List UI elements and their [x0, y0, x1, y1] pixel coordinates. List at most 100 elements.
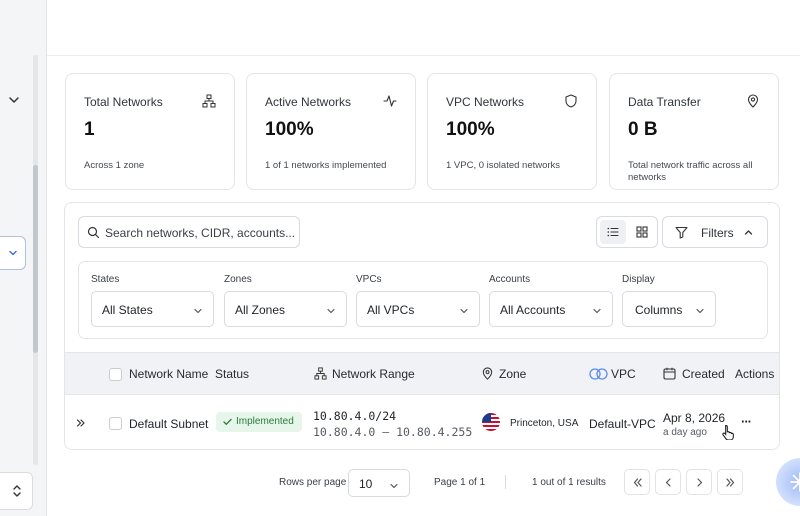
- table-row[interactable]: Default Subnet 10.80.4.0/24 10.80.4.0 – …: [65, 395, 779, 449]
- grid-icon: [636, 226, 648, 238]
- calendar-icon: [663, 367, 676, 380]
- list-view-button[interactable]: [600, 220, 626, 244]
- network-icon: [314, 367, 327, 380]
- zones-select[interactable]: All Zones: [224, 291, 347, 327]
- sidebar-account-switcher[interactable]: [0, 472, 33, 510]
- filter-label: Display: [622, 274, 655, 285]
- search-placeholder: Search networks, CIDR, accounts...: [105, 226, 296, 240]
- us-flag-icon: [482, 413, 500, 431]
- previous-page-button[interactable]: [655, 469, 681, 495]
- last-page-button[interactable]: [717, 469, 743, 495]
- stat-card-active-networks: Active Networks 100% 1 of 1 networks imp…: [246, 73, 416, 190]
- chevron-down-icon: [460, 308, 468, 314]
- first-page-button[interactable]: [624, 469, 650, 495]
- select-value: All States: [102, 303, 153, 317]
- chevron-down-icon: [9, 250, 17, 256]
- filter-label: Zones: [224, 274, 252, 285]
- column-status[interactable]: Status: [215, 367, 249, 381]
- select-value: All VPCs: [367, 303, 415, 317]
- chevron-down-icon: [593, 308, 601, 314]
- sparkle-network-icon: [790, 472, 800, 492]
- stat-card-value: 0 B: [628, 119, 658, 140]
- chevrons-left-icon: [633, 478, 642, 487]
- stat-card-value: 100%: [446, 119, 495, 140]
- states-select[interactable]: All States: [91, 291, 214, 327]
- networks-panel: Search networks, CIDR, accounts... Filte…: [64, 202, 780, 450]
- vpcs-select[interactable]: All VPCs: [356, 291, 480, 327]
- view-toggle: [596, 216, 658, 248]
- stat-card-title: Data Transfer: [628, 95, 701, 109]
- filter-vpcs: VPCs All VPCs: [356, 274, 480, 327]
- network-icon: [202, 94, 216, 108]
- columns-select[interactable]: Columns: [622, 291, 716, 327]
- sidebar-select[interactable]: [0, 236, 26, 270]
- list-icon: [607, 227, 619, 237]
- sidebar-scrollbar-thumb[interactable]: [33, 165, 38, 353]
- column-actions: Actions: [735, 367, 775, 381]
- stat-card-desc: Across 1 zone: [84, 160, 145, 171]
- grid-view-button[interactable]: [629, 220, 655, 244]
- filter-accounts: Accounts All Accounts: [489, 274, 613, 327]
- stat-card-total-networks: Total Networks 1 Across 1 zone: [65, 73, 235, 190]
- map-pin-icon: [747, 94, 759, 108]
- status-badge-label: Implemented: [236, 416, 294, 427]
- column-vpc[interactable]: VPC: [611, 367, 636, 381]
- stat-card-desc: 1 of 1 networks implemented: [265, 160, 387, 171]
- filter-display: Display Columns: [622, 274, 716, 327]
- filter-label: VPCs: [356, 274, 382, 285]
- row-actions-button[interactable]: ···: [741, 414, 752, 429]
- rows-per-page-select[interactable]: 10: [348, 469, 410, 497]
- chevron-down-icon: [327, 308, 335, 314]
- search-icon: [87, 226, 100, 239]
- network-cidr: 10.80.4.0/24: [313, 409, 397, 423]
- expand-row-icon[interactable]: [76, 418, 86, 428]
- network-ip-range: 10.80.4.0 – 10.80.4.255: [313, 425, 473, 439]
- chevron-up-icon: [744, 230, 753, 235]
- chevron-down-icon[interactable]: [6, 92, 22, 108]
- filter-zones: Zones All Zones: [224, 274, 347, 327]
- main-content: Total Networks 1 Across 1 zone Active Ne…: [46, 0, 800, 516]
- chevron-up-down-icon: [13, 485, 21, 497]
- accounts-select[interactable]: All Accounts: [489, 291, 613, 327]
- chevron-down-icon: [696, 308, 704, 314]
- filters-panel: States All States Zones All Zones VPCs A…: [78, 261, 768, 339]
- stat-card-data-transfer: Data Transfer 0 B Total network traffic …: [609, 73, 779, 190]
- network-name[interactable]: Default Subnet: [129, 417, 208, 431]
- rows-per-page-label: Rows per page: [279, 477, 347, 488]
- stat-card-vpc-networks: VPC Networks 100% 1 VPC, 0 isolated netw…: [427, 73, 597, 190]
- activity-icon: [383, 95, 397, 107]
- created-relative: a day ago: [663, 427, 707, 438]
- chevron-down-icon: [390, 483, 398, 489]
- column-network-name[interactable]: Network Name: [129, 367, 208, 381]
- search-input[interactable]: Search networks, CIDR, accounts...: [78, 216, 300, 248]
- filter-label: States: [91, 274, 120, 285]
- filters-button[interactable]: Filters: [662, 216, 768, 248]
- column-zone[interactable]: Zone: [499, 367, 526, 381]
- next-page-button[interactable]: [686, 469, 712, 495]
- select-value: Columns: [635, 303, 683, 317]
- stat-card-desc: 1 VPC, 0 isolated networks: [446, 160, 561, 171]
- filter-states: States All States: [91, 274, 214, 327]
- rows-per-page-value: 10: [359, 477, 373, 491]
- page-header: [47, 0, 800, 56]
- page-indicator: Page 1 of 1: [434, 477, 486, 488]
- created-date: Apr 8, 2026: [663, 411, 726, 425]
- row-checkbox[interactable]: [109, 417, 122, 430]
- sidebar: [0, 0, 46, 516]
- shield-icon: [565, 94, 577, 108]
- select-all-checkbox[interactable]: [109, 368, 122, 381]
- pagination-divider: [505, 475, 506, 489]
- vpc-name: Default-VPC: [589, 417, 656, 431]
- zone-name: Princeton, USA: [510, 418, 579, 429]
- table-header: Network Name Status Network Range Zone V…: [65, 352, 779, 395]
- stat-card-title: Total Networks: [84, 95, 163, 109]
- check-icon: [223, 418, 232, 425]
- status-badge: Implemented: [216, 412, 302, 432]
- hand-pointer-icon: [722, 424, 734, 440]
- chevron-left-icon: [665, 478, 671, 487]
- column-network-range[interactable]: Network Range: [332, 367, 415, 381]
- chevron-down-icon: [194, 308, 202, 314]
- select-value: All Accounts: [500, 303, 566, 317]
- column-created[interactable]: Created: [682, 367, 725, 381]
- stat-card-title: Active Networks: [265, 95, 352, 109]
